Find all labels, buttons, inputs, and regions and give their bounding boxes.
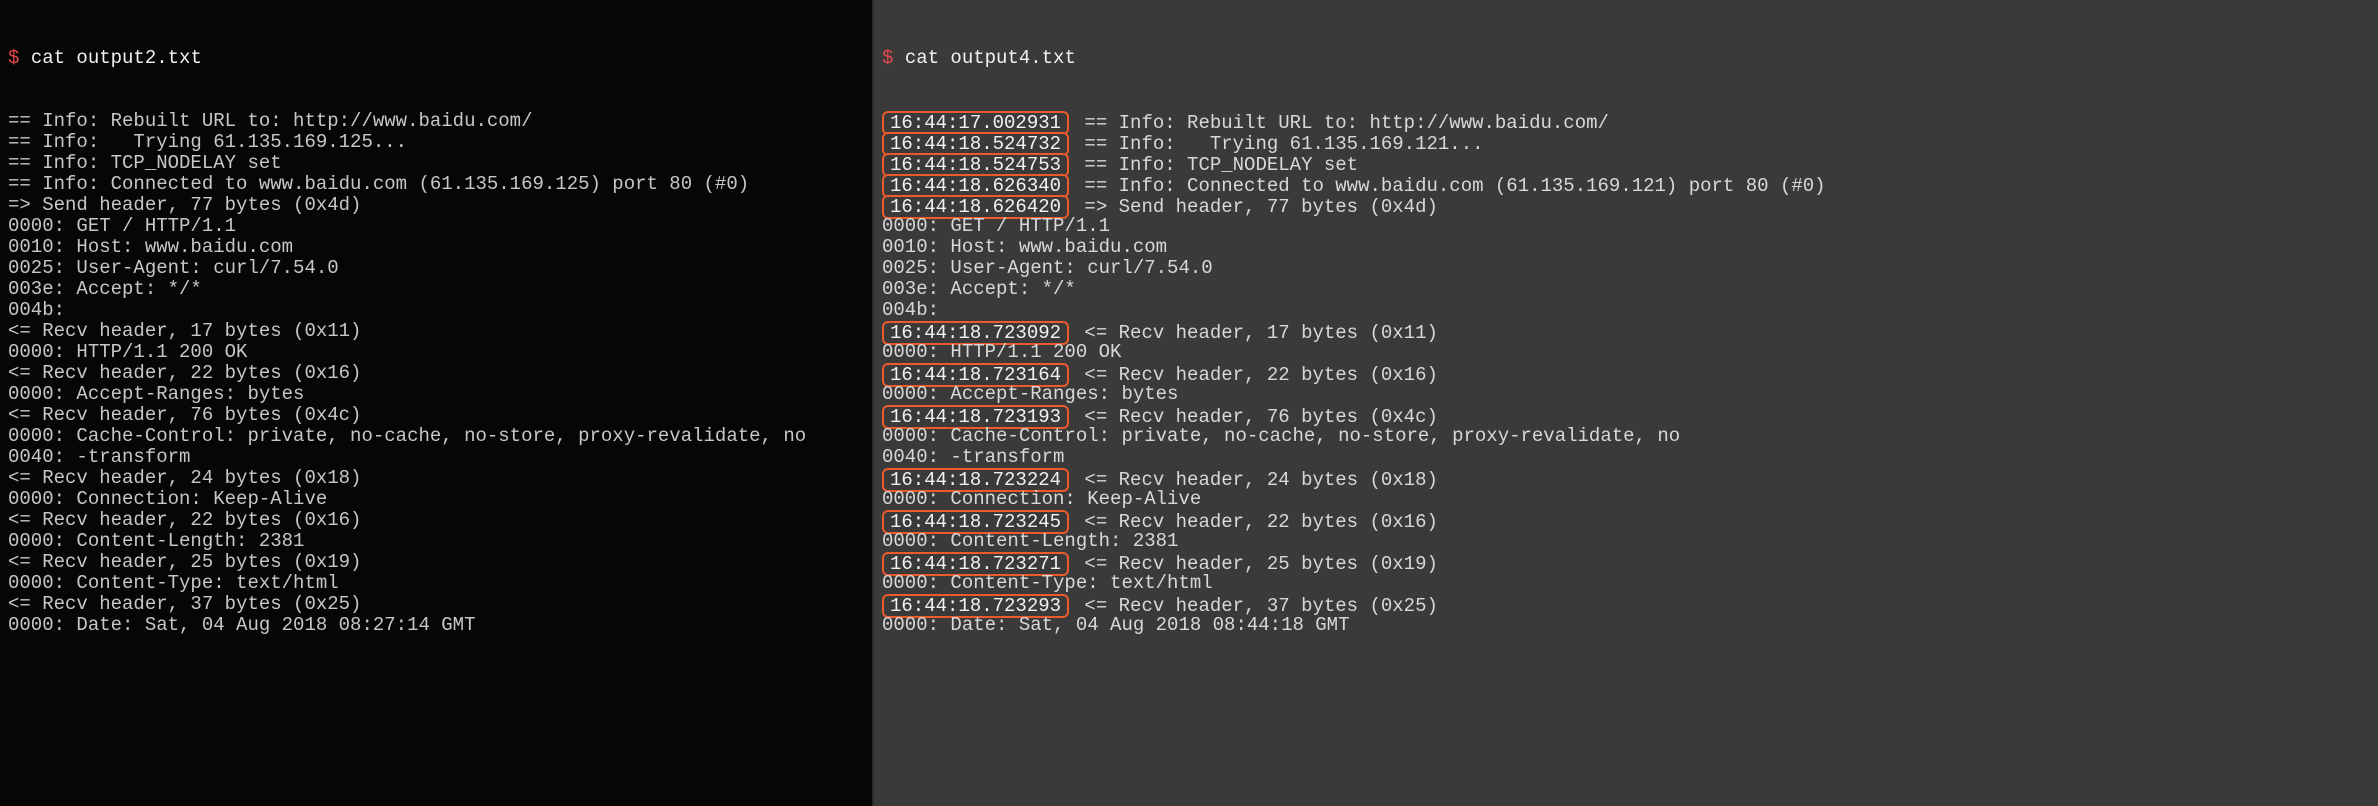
prompt-symbol: $	[8, 47, 19, 69]
output-left: == Info: Rebuilt URL to: http://www.baid…	[8, 111, 864, 636]
output-line: 0000: Cache-Control: private, no-cache, …	[8, 426, 864, 447]
command-left: cat output2.txt	[31, 47, 202, 69]
output-line: 0000: Connection: Keep-Alive	[882, 489, 2370, 510]
output-line: 0000: Date: Sat, 04 Aug 2018 08:27:14 GM…	[8, 615, 864, 636]
output-line: 16:44:18.524753 == Info: TCP_NODELAY set	[882, 153, 2370, 174]
output-line: 16:44:17.002931 == Info: Rebuilt URL to:…	[882, 111, 2370, 132]
output-line: 003e: Accept: */*	[8, 279, 864, 300]
output-line: 0000: GET / HTTP/1.1	[8, 216, 864, 237]
output-line: 16:44:18.723293 <= Recv header, 37 bytes…	[882, 594, 2370, 615]
output-line: => Send header, 77 bytes (0x4d)	[8, 195, 864, 216]
terminal-right[interactable]: $ cat output4.txt 16:44:17.002931 == Inf…	[874, 0, 2378, 806]
output-line: == Info: Connected to www.baidu.com (61.…	[8, 174, 864, 195]
output-line: <= Recv header, 22 bytes (0x16)	[8, 510, 864, 531]
prompt-line: $ cat output2.txt	[8, 48, 864, 69]
output-line: 0000: Connection: Keep-Alive	[8, 489, 864, 510]
output-line: 004b:	[882, 300, 2370, 321]
output-line: 16:44:18.626340 == Info: Connected to ww…	[882, 174, 2370, 195]
output-right: 16:44:17.002931 == Info: Rebuilt URL to:…	[882, 111, 2370, 636]
output-line: 004b:	[8, 300, 864, 321]
output-line: 16:44:18.723245 <= Recv header, 22 bytes…	[882, 510, 2370, 531]
output-line: 0000: Content-Type: text/html	[8, 573, 864, 594]
output-line: 16:44:18.723271 <= Recv header, 25 bytes…	[882, 552, 2370, 573]
command-right: cat output4.txt	[905, 47, 1076, 69]
output-line: <= Recv header, 25 bytes (0x19)	[8, 552, 864, 573]
output-line: 0000: HTTP/1.1 200 OK	[8, 342, 864, 363]
output-line: 0000: HTTP/1.1 200 OK	[882, 342, 2370, 363]
output-line: 16:44:18.723092 <= Recv header, 17 bytes…	[882, 321, 2370, 342]
output-line: 16:44:18.524732 == Info: Trying 61.135.1…	[882, 132, 2370, 153]
output-line: 16:44:18.723164 <= Recv header, 22 bytes…	[882, 363, 2370, 384]
output-line: 16:44:18.723193 <= Recv header, 76 bytes…	[882, 405, 2370, 426]
output-line: <= Recv header, 24 bytes (0x18)	[8, 468, 864, 489]
output-line: 16:44:18.626420 => Send header, 77 bytes…	[882, 195, 2370, 216]
output-line: 0000: Accept-Ranges: bytes	[8, 384, 864, 405]
output-line: 16:44:18.723224 <= Recv header, 24 bytes…	[882, 468, 2370, 489]
output-line: 0025: User-Agent: curl/7.54.0	[882, 258, 2370, 279]
output-line: 003e: Accept: */*	[882, 279, 2370, 300]
output-line: <= Recv header, 17 bytes (0x11)	[8, 321, 864, 342]
output-line: <= Recv header, 76 bytes (0x4c)	[8, 405, 864, 426]
output-line: 0010: Host: www.baidu.com	[882, 237, 2370, 258]
output-line: 0000: GET / HTTP/1.1	[882, 216, 2370, 237]
output-line: == Info: TCP_NODELAY set	[8, 153, 864, 174]
output-line: 0000: Accept-Ranges: bytes	[882, 384, 2370, 405]
output-line: 0000: Cache-Control: private, no-cache, …	[882, 426, 2370, 447]
output-line: == Info: Rebuilt URL to: http://www.baid…	[8, 111, 864, 132]
output-line: == Info: Trying 61.135.169.125...	[8, 132, 864, 153]
output-line: 0040: -transform	[882, 447, 2370, 468]
output-line: 0000: Date: Sat, 04 Aug 2018 08:44:18 GM…	[882, 615, 2370, 636]
prompt-line: $ cat output4.txt	[882, 48, 2370, 69]
output-line: 0025: User-Agent: curl/7.54.0	[8, 258, 864, 279]
output-line: 0010: Host: www.baidu.com	[8, 237, 864, 258]
output-line: 0000: Content-Length: 2381	[8, 531, 864, 552]
output-line: 0000: Content-Type: text/html	[882, 573, 2370, 594]
output-line: <= Recv header, 22 bytes (0x16)	[8, 363, 864, 384]
output-line: 0040: -transform	[8, 447, 864, 468]
output-line: 0000: Content-Length: 2381	[882, 531, 2370, 552]
prompt-symbol: $	[882, 47, 893, 69]
output-line: <= Recv header, 37 bytes (0x25)	[8, 594, 864, 615]
terminal-left[interactable]: $ cat output2.txt == Info: Rebuilt URL t…	[0, 0, 874, 806]
